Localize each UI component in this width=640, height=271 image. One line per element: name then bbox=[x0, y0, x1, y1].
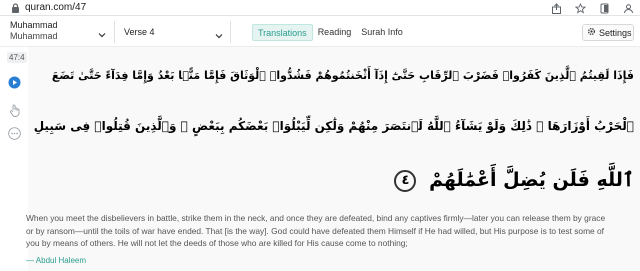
chevron-down-icon bbox=[97, 27, 107, 38]
arabic-line-text[interactable]: ٱللَّهِ فَلَن يُضِلَّ أَعْمَٰلَهُمْ bbox=[429, 169, 634, 191]
header-divider bbox=[114, 21, 115, 43]
verse-key-badge[interactable]: 47:4 bbox=[7, 52, 27, 63]
tab-reading[interactable]: Reading bbox=[313, 24, 357, 41]
surah-name: Muhammad bbox=[10, 20, 58, 30]
hand-icon[interactable] bbox=[8, 104, 21, 117]
lock-icon[interactable] bbox=[8, 1, 22, 15]
header-divider bbox=[230, 21, 231, 43]
settings-label: Settings bbox=[599, 27, 632, 38]
translator-name[interactable]: — Abdul Haleem bbox=[26, 256, 86, 265]
browser-address-bar: quran.com/47 bbox=[0, 0, 640, 16]
star-icon[interactable] bbox=[574, 2, 586, 14]
gear-icon bbox=[587, 27, 596, 38]
tab-translations[interactable]: Translations bbox=[252, 24, 313, 41]
chevron-down-icon[interactable] bbox=[214, 28, 224, 39]
arabic-verse-text: فَإِذَا لَقِيتُمُ ٱلَّذِينَ كَفَرُوا۟ فَ… bbox=[28, 47, 640, 207]
arabic-line[interactable]: ٱلْحَرْبُ أَوْزَارَهَا ۚ ذَٰلِكَ وَلَوْ … bbox=[34, 119, 634, 133]
arabic-line: ٱللَّهِ فَلَن يُضِلَّ أَعْمَٰلَهُمْ ٤ bbox=[394, 169, 634, 192]
app-header: Muhammad Muhammad Verse 4 Translations R… bbox=[0, 17, 640, 47]
settings-button[interactable]: Settings bbox=[582, 24, 634, 41]
verse-content: فَإِذَا لَقِيتُمُ ٱلَّذِينَ كَفَرُوا۟ فَ… bbox=[26, 47, 640, 271]
share-icon[interactable] bbox=[550, 2, 562, 14]
surah-selector[interactable]: Muhammad Muhammad bbox=[10, 20, 110, 44]
more-icon[interactable] bbox=[8, 127, 21, 140]
verse-actions-rail: 47:4 bbox=[0, 47, 28, 271]
verse-selector[interactable]: Verse 4 bbox=[124, 27, 155, 37]
verse-selector-label: Verse 4 bbox=[124, 27, 155, 37]
play-icon[interactable] bbox=[8, 76, 21, 89]
surah-subtitle: Muhammad bbox=[10, 31, 58, 41]
translation-text: When you meet the disbelievers in battle… bbox=[26, 213, 606, 248]
arabic-line[interactable]: فَإِذَا لَقِيتُمُ ٱلَّذِينَ كَفَرُوا۟ فَ… bbox=[52, 69, 634, 82]
view-tabs: Translations Reading Surah Info bbox=[252, 24, 408, 41]
tablet-icon[interactable] bbox=[598, 2, 610, 14]
url-text[interactable]: quran.com/47 bbox=[25, 2, 86, 13]
ayah-end-marker: ٤ bbox=[394, 169, 417, 192]
tab-surah-info[interactable]: Surah Info bbox=[356, 24, 408, 41]
profile-icon[interactable] bbox=[622, 2, 634, 14]
